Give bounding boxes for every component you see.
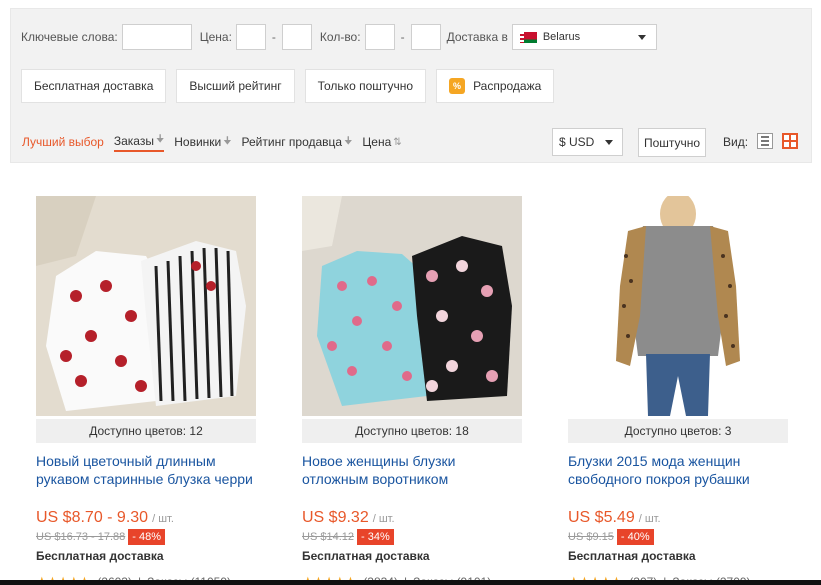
product-title[interactable]: Новый цветочный длинным рукавом старинны… [36,452,256,488]
currency-value: $ USD [559,135,595,149]
product-price: US $9.32 / шт. [302,509,522,527]
sort-orders-label: Заказы [113,133,154,148]
old-price-row: US $14.12 - 34% [302,529,522,545]
product-image[interactable] [36,196,256,416]
price-dash: - [271,30,276,44]
product-title[interactable]: Новое женщины блузки отложным воротником [302,452,522,488]
price-min-input[interactable] [235,24,266,50]
colors-available: Доступно цветов: 18 [302,419,522,443]
sale-filter[interactable]: % Распродажа [436,69,555,103]
sale-label: Распродажа [473,79,542,93]
old-price: US $16.73 - 17.88 [36,531,126,543]
piece-button[interactable]: Поштучно [638,128,706,157]
sort-price[interactable]: Цена ⇅ [362,135,401,149]
keywords-label: Ключевые слова: [21,30,118,44]
product-grid: Доступно цветов: 12 Новый цветочный длин… [36,196,796,585]
list-view-icon[interactable] [757,133,773,149]
country-value: Belarus [542,31,581,43]
view-label: Вид: [723,135,749,149]
discount-badge: - 40% [616,529,654,545]
arrow-down-icon: 🠋 [223,135,232,147]
sort-price-label: Цена [362,135,392,149]
qty-min-input[interactable] [364,24,395,50]
product-price: US $5.49 / шт. [568,509,788,527]
sort-newest-label: Новинки [174,135,222,149]
sort-seller-rating-label: Рейтинг продавца [241,135,343,149]
sort-newest[interactable]: Новинки 🠋 [174,134,231,151]
qty-dash: - [400,30,405,44]
free-shipping-filter[interactable]: Бесплатная доставка [21,69,167,103]
sort-best-match[interactable]: Лучший выбор [22,135,104,149]
price-value: US $9.32 [302,509,369,526]
old-price-row: US $9.15 - 40% [568,529,788,545]
qty-max-input[interactable] [410,24,441,50]
sort-updown-icon: ⇅ [393,136,402,148]
old-price-row: US $16.73 - 17.88 - 48% [36,529,256,545]
keywords-input[interactable] [121,24,192,50]
discount-badge: - 34% [356,529,394,545]
sort-orders[interactable]: Заказы 🠋 [113,132,165,152]
old-price: US $9.15 [568,531,614,543]
single-piece-filter[interactable]: Только поштучно [304,69,427,103]
screen-edge [0,580,821,585]
currency-select[interactable]: $ USD [552,128,623,156]
top-rated-filter[interactable]: Высший рейтинг [176,69,295,103]
price-max-input[interactable] [281,24,312,50]
country-select[interactable]: Belarus [511,24,657,50]
product-card[interactable]: Доступно цветов: 18 Новое женщины блузки… [302,196,522,585]
price-value: US $5.49 [568,509,635,526]
product-card[interactable]: Доступно цветов: 3 Блузки 2015 мода женщ… [568,196,788,585]
old-price: US $14.12 [302,531,354,543]
shipping-info: Бесплатная доставка [302,549,430,563]
search-filters-row: Ключевые слова: Цена: - Кол-во: - Достав… [21,23,657,51]
discount-badge: - 48% [128,529,166,545]
product-card[interactable]: Доступно цветов: 12 Новый цветочный длин… [36,196,256,585]
qty-label: Кол-во: [319,30,361,44]
quick-filters-row: Бесплатная доставка Высший рейтинг Тольк… [21,69,555,103]
belarus-flag-icon [519,31,537,43]
arrow-down-icon: 🠋 [344,135,353,147]
chevron-down-icon [637,35,646,40]
product-title[interactable]: Блузки 2015 мода женщин свободного покро… [568,452,788,488]
sale-icon: % [449,78,466,94]
sort-seller-rating[interactable]: Рейтинг продавца 🠋 [242,134,353,151]
price-value: US $8.70 - 9.30 [36,509,149,526]
product-price: US $8.70 - 9.30 / шт. [36,509,256,527]
price-label: Цена: [199,30,232,44]
product-image[interactable] [568,196,788,416]
price-unit: / шт. [638,513,661,525]
price-unit: / шт. [152,513,174,525]
arrow-down-icon: 🠋 [155,134,165,145]
delivery-label: Доставка в [446,30,508,44]
shipping-info: Бесплатная доставка [568,549,696,563]
shipping-info: Бесплатная доставка [36,549,164,563]
product-image[interactable] [302,196,522,416]
price-unit: / шт. [372,513,395,525]
colors-available: Доступно цветов: 3 [568,419,788,443]
colors-available: Доступно цветов: 12 [36,419,256,443]
grid-view-icon[interactable] [782,133,798,149]
sort-bar: Лучший выбор Заказы 🠋 Новинки 🠋 Рейтинг пр… [22,126,812,158]
chevron-down-icon [605,140,613,145]
